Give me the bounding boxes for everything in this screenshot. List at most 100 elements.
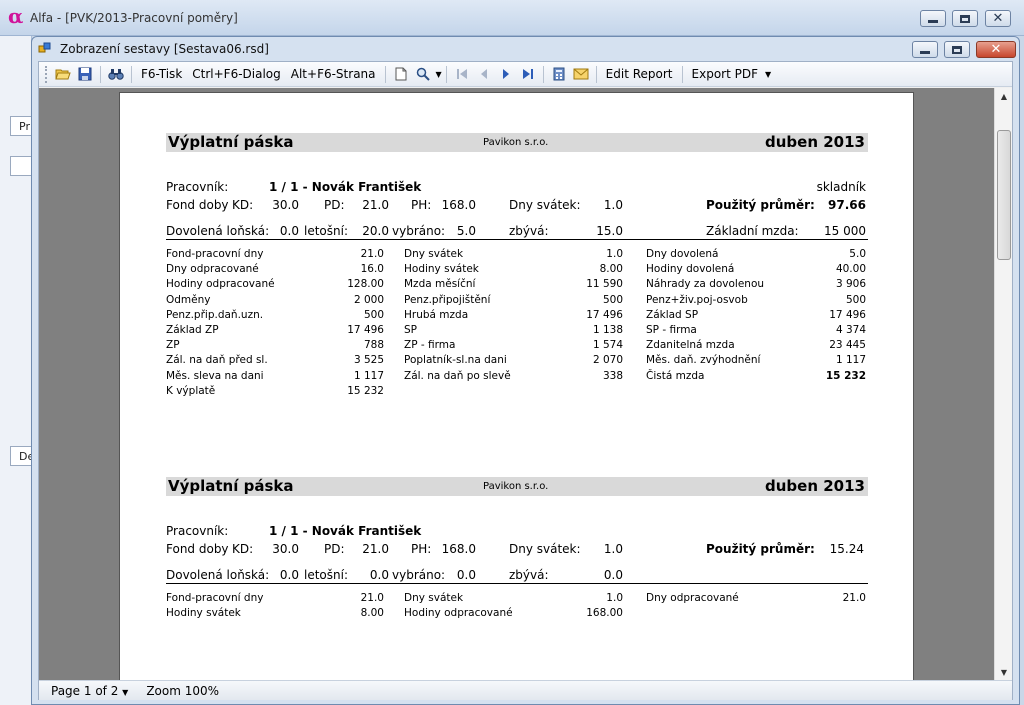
report-minimize-button[interactable]	[912, 41, 938, 58]
payslip-item-label: Čistá mzda	[646, 369, 705, 382]
email-envelope-icon[interactable]	[571, 64, 591, 84]
last-page-icon[interactable]	[518, 64, 538, 84]
payslip-item-value: 4 374	[835, 324, 866, 336]
worker-name: 1 / 1 - Novák František	[269, 524, 422, 538]
payslip-item: Poplatník-sl.na dani 2 070	[404, 353, 623, 368]
avg-value: 97.66	[828, 198, 866, 212]
page-indicator[interactable]: Page 1 of 2 ▼	[51, 684, 128, 698]
vac-taken-value: 5.0	[456, 224, 476, 238]
ph-value: 168.0	[441, 198, 476, 212]
payslip-item-value: 3 906	[835, 278, 866, 291]
zoom-magnifier-icon[interactable]	[413, 64, 433, 84]
report-content: F6-Tisk Ctrl+F6-Dialog Alt+F6-Strana ▼ E…	[38, 61, 1013, 700]
payslip-item: Penz+živ.poj-osvob 500	[646, 293, 866, 308]
app-field-stub[interactable]	[10, 156, 32, 176]
avg-value: 15.24	[829, 542, 864, 556]
payslip-item-label: ZP - firma	[404, 339, 456, 352]
payslip-item: Hodiny dovolená 40.00	[646, 262, 866, 277]
edit-report-button[interactable]: Edit Report	[601, 67, 678, 81]
vac-this-value: 0.0	[369, 568, 389, 582]
company-name: Pavikon s.r.o.	[483, 137, 549, 148]
payslip-item: Zdanitelná mzda 23 445	[646, 338, 866, 353]
next-page-icon[interactable]	[496, 64, 516, 84]
app-left-panel: Pr De	[0, 36, 34, 705]
save-disk-icon[interactable]	[75, 64, 95, 84]
vac-left-value: 15.0	[596, 224, 623, 238]
app-minimize-button[interactable]	[920, 10, 946, 27]
report-viewport[interactable]: Výplatní páska Pavikon s.r.o. duben 2013…	[39, 88, 994, 680]
page-setup-button[interactable]: Alt+F6-Strana	[286, 67, 381, 81]
kd-value: 30.0	[272, 198, 299, 212]
holiday-days-value: 1.0	[603, 198, 623, 212]
payslip-item-value: 2 070	[592, 354, 623, 367]
toolbar-grip[interactable]	[45, 65, 48, 83]
zoom-indicator: Zoom 100%	[146, 683, 220, 698]
payslip-item-value: 8.00	[599, 263, 623, 276]
page-view-icon[interactable]	[391, 64, 411, 84]
vac-left-label: zbývá:	[509, 224, 549, 238]
zoom-dropdown-chevron-icon[interactable]: ▼	[436, 70, 442, 79]
report-maximize-button[interactable]	[944, 41, 970, 58]
payslip-item: Penz.přip.daň.uzn. 500	[166, 308, 384, 323]
payslip-item-label: Zál. na daň před sl.	[166, 354, 268, 367]
calculator-icon[interactable]	[549, 64, 569, 84]
print-button[interactable]: F6-Tisk	[136, 67, 187, 81]
payslip-item: Dny svátek 1.0	[404, 247, 623, 262]
base-salary-value: 15 000	[824, 224, 866, 238]
payslip-item: Hodiny odpracované 128.00	[166, 277, 384, 292]
payslip-item-label: K výplatě	[166, 384, 216, 397]
payslip-title: Výplatní páska	[168, 133, 294, 151]
scroll-thumb[interactable]	[997, 130, 1011, 260]
app-close-button[interactable]: ✕	[985, 10, 1011, 27]
previous-page-icon[interactable]	[474, 64, 494, 84]
payslip-item: Náhrady za dovolenou 3 906	[646, 277, 866, 292]
payslip-item: Mzda měsíční 11 590	[404, 277, 623, 292]
first-page-icon[interactable]	[452, 64, 472, 84]
payslip-header: Výplatní páska Pavikon s.r.o. duben 2013	[166, 133, 868, 152]
payslip-item-label: Základ SP	[646, 308, 699, 321]
vertical-scrollbar[interactable]: ▲ ▼	[994, 88, 1012, 680]
payslip-item: Zál. na daň před sl. 3 525	[166, 353, 384, 368]
kd-value: 30.0	[272, 542, 299, 556]
payslip-item-value: 2 000	[353, 293, 384, 306]
payslip-item-value: 1 117	[835, 354, 866, 367]
app-maximize-button[interactable]	[952, 10, 978, 27]
app-titlebar: α Alfa - [PVK/2013-Pracovní poměry] ✕	[0, 0, 1024, 36]
payslip-item: Měs. sleva na dani 1 117	[166, 369, 384, 384]
export-pdf-button[interactable]: Export PDF	[687, 67, 763, 81]
payslip-item-label: Zdanitelná mzda	[646, 339, 735, 352]
export-dropdown-chevron-icon[interactable]: ▼	[765, 70, 771, 79]
report-toolbar: F6-Tisk Ctrl+F6-Dialog Alt+F6-Strana ▼ E…	[39, 62, 1012, 87]
payslip-item-value: 1.0	[606, 248, 623, 260]
status-bar: Page 1 of 2 ▼ Zoom 100%	[39, 680, 1012, 700]
payslip-item-label: Penz+živ.poj-osvob	[646, 293, 748, 306]
payslip-item-label: Mzda měsíční	[404, 278, 476, 291]
payslip-item-label: Dny dovolená	[646, 248, 719, 260]
report-close-button[interactable]: ✕	[976, 41, 1016, 58]
dialog-button[interactable]: Ctrl+F6-Dialog	[187, 67, 286, 81]
report-window: Zobrazení sestavy [Sestava06.rsd] ✕ F6-T…	[31, 36, 1020, 705]
payslip-item-value: 338	[602, 369, 623, 382]
payslip-item-label: Hodiny odpracované	[404, 607, 513, 620]
payslip-item: SP 1 138	[404, 323, 623, 338]
payslip-item-label: Náhrady za dovolenou	[646, 278, 765, 291]
payslip-item-label: Dny svátek	[404, 248, 464, 260]
payslip-title: Výplatní páska	[168, 477, 294, 495]
find-binoculars-icon[interactable]	[106, 64, 126, 84]
payslip-item: ZP 788	[166, 338, 384, 353]
payslip-item-label: ZP	[166, 339, 180, 352]
open-folder-icon[interactable]	[53, 64, 73, 84]
scroll-down-arrow-icon[interactable]: ▼	[995, 664, 1013, 680]
payslip-item: Dny odpracované 16.0	[166, 262, 384, 277]
holiday-days-value: 1.0	[603, 542, 623, 556]
payslip-item-label: Měs. daň. zvýhodnění	[646, 354, 761, 367]
payslip-item: K výplatě 15 232	[166, 384, 384, 399]
payslip-item-value: 21.0	[360, 248, 384, 260]
worker-label: Pracovník:	[166, 180, 229, 194]
fund-label: Fond doby	[166, 542, 229, 556]
payslip-item: Dny dovolená 5.0	[646, 247, 866, 262]
payslip-item-value: 17 496	[347, 324, 384, 336]
payslip-item-value: 1 574	[592, 339, 623, 352]
scroll-up-arrow-icon[interactable]: ▲	[995, 88, 1013, 104]
payslip-item-value: 500	[845, 293, 866, 306]
